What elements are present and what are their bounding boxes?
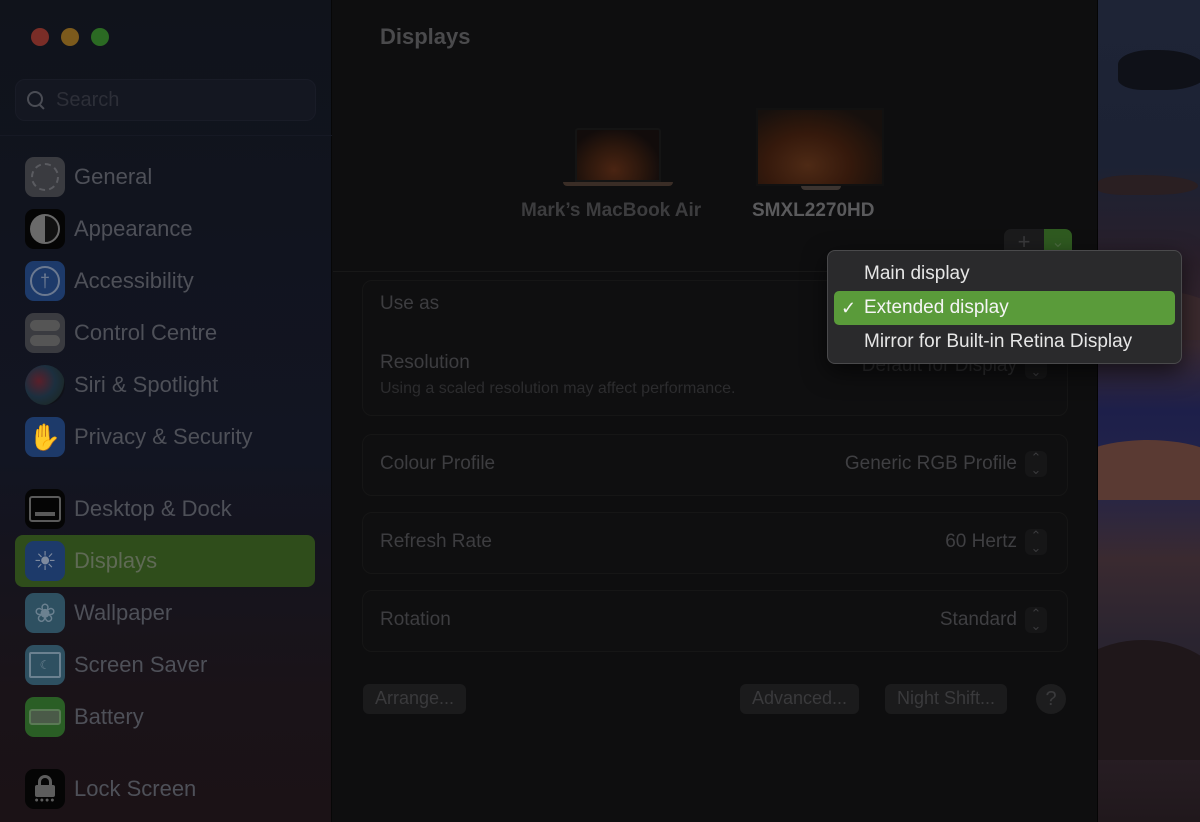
menu-item-label: Main display (864, 263, 970, 284)
sidebar-item-screen-saver[interactable]: Screen Saver (15, 639, 315, 691)
sidebar-item-label: Accessibility (74, 268, 194, 293)
monitor-screen-icon (756, 108, 884, 186)
sidebar-item-label: Appearance (74, 216, 193, 241)
use-as-label: Use as (380, 293, 440, 314)
sidebar-item-general[interactable]: General (15, 151, 315, 203)
menu-item-label: Extended display (864, 297, 1009, 318)
desktop-wallpaper (1098, 0, 1200, 822)
chevron-up-down-icon[interactable]: ⌃⌄ (1025, 451, 1047, 477)
wallpaper-hill (1098, 640, 1200, 760)
search-field[interactable] (15, 79, 316, 121)
search-input[interactable] (56, 88, 296, 112)
colour-profile-label: Colour Profile (380, 453, 496, 474)
sidebar-item-privacy-security[interactable]: ✋ Privacy & Security (15, 411, 315, 463)
wallpaper-hill (1098, 440, 1200, 500)
resolution-note: Using a scaled resolution may affect per… (380, 380, 736, 397)
sidebar-item-label: Siri & Spotlight (74, 372, 219, 397)
menu-item-mirror-display[interactable]: Mirror for Built-in Retina Display (834, 325, 1175, 359)
sidebar-item-control-centre[interactable]: Control Centre (15, 307, 315, 359)
advanced-button[interactable]: Advanced... (740, 684, 860, 714)
display-thumbnail-macbook[interactable] (563, 128, 673, 186)
sidebar: General Appearance Accessibility Control… (0, 0, 332, 822)
sidebar-item-displays[interactable]: ☀ Displays (15, 535, 315, 587)
menu-item-label: Mirror for Built-in Retina Display (864, 331, 1133, 352)
checkmark-icon: ✓ (841, 298, 857, 318)
colour-profile-value[interactable]: Generic RGB Profile (845, 453, 1017, 475)
menu-item-main-display[interactable]: Main display (834, 257, 1175, 291)
sun-icon: ☀ (25, 541, 65, 581)
refresh-rate-row[interactable]: Refresh Rate 60 Hertz ⌃ ⌄ (363, 513, 1067, 575)
minimize-window-button[interactable] (61, 28, 79, 46)
sidebar-item-battery[interactable]: Battery (15, 691, 315, 743)
accessibility-icon (25, 261, 65, 301)
rotation-label: Rotation (380, 609, 451, 630)
sidebar-item-appearance[interactable]: Appearance (15, 203, 315, 255)
rotation-group: Rotation Standard ⌃ ⌄ (362, 590, 1068, 652)
refresh-rate-group: Refresh Rate 60 Hertz ⌃ ⌄ (362, 512, 1068, 574)
siri-icon (25, 365, 65, 405)
sidebar-item-label: Screen Saver (74, 652, 208, 677)
sidebar-item-lock-screen[interactable]: ●●●● Lock Screen (15, 763, 315, 815)
battery-icon (25, 697, 65, 737)
display-thumbnail-external[interactable] (756, 108, 886, 190)
monitor-stand (801, 186, 841, 190)
menu-item-extended-display[interactable]: ✓ Extended display (834, 291, 1175, 325)
screen-saver-icon (25, 645, 65, 685)
rotation-row[interactable]: Rotation Standard ⌃ ⌄ (363, 591, 1067, 653)
sidebar-item-desktop-dock[interactable]: Desktop & Dock (15, 483, 315, 535)
night-shift-button[interactable]: Night Shift... (885, 684, 1008, 714)
gear-icon (25, 157, 65, 197)
flower-icon: ❀ (25, 593, 65, 633)
refresh-rate-value[interactable]: 60 Hertz (945, 531, 1017, 553)
sidebar-item-label: Battery (74, 704, 144, 729)
hand-icon: ✋ (25, 417, 65, 457)
help-button[interactable]: ? (1036, 684, 1066, 714)
search-icon (26, 90, 46, 110)
laptop-screen-icon (575, 128, 661, 182)
sidebar-item-label: Displays (74, 548, 158, 573)
sidebar-item-label: Desktop & Dock (74, 496, 232, 521)
control-centre-icon (25, 313, 65, 353)
chevron-up-down-icon[interactable]: ⌃⌄ (1025, 607, 1047, 633)
displays-pane: Displays Mark’s MacBook Air SMXL2270HD +… (333, 0, 1098, 822)
use-as-dropdown-menu: Main display ✓ Extended display Mirror f… (827, 250, 1182, 364)
resolution-label: Resolution (380, 352, 470, 373)
colour-profile-row[interactable]: Colour Profile Generic RGB Profile ⌃ ⌄ (363, 435, 1067, 497)
sidebar-item-label: Privacy & Security (74, 424, 253, 449)
desktop-dock-icon (25, 489, 65, 529)
sidebar-item-accessibility[interactable]: Accessibility (15, 255, 315, 307)
wallpaper-cloud (1118, 50, 1200, 90)
sidebar-item-wallpaper[interactable]: ❀ Wallpaper (15, 587, 315, 639)
appearance-icon (25, 209, 65, 249)
colour-profile-group: Colour Profile Generic RGB Profile ⌃ ⌄ (362, 434, 1068, 496)
chevron-up-down-icon[interactable]: ⌃⌄ (1025, 529, 1047, 555)
page-title: Displays (380, 24, 471, 49)
maximize-window-button[interactable] (91, 28, 109, 46)
sidebar-item-label: Wallpaper (74, 600, 173, 625)
wallpaper-cloud (1098, 175, 1198, 195)
display-name[interactable]: Mark’s MacBook Air (521, 200, 701, 222)
system-settings-window: General Appearance Accessibility Control… (0, 0, 1098, 822)
sidebar-divider (0, 135, 332, 136)
arrange-button[interactable]: Arrange... (363, 684, 467, 714)
sidebar-item-siri-spotlight[interactable]: Siri & Spotlight (15, 359, 315, 411)
sidebar-item-label: Control Centre (74, 320, 218, 345)
sidebar-nav: General Appearance Accessibility Control… (15, 151, 315, 815)
sidebar-item-label: Lock Screen (74, 776, 197, 801)
sidebar-item-label: General (74, 164, 153, 189)
laptop-base (563, 182, 673, 186)
lock-icon: ●●●● (25, 769, 65, 809)
display-name[interactable]: SMXL2270HD (752, 200, 875, 222)
close-window-button[interactable] (31, 28, 49, 46)
rotation-value[interactable]: Standard (940, 609, 1017, 631)
window-controls (31, 28, 109, 46)
refresh-rate-label: Refresh Rate (380, 531, 492, 552)
